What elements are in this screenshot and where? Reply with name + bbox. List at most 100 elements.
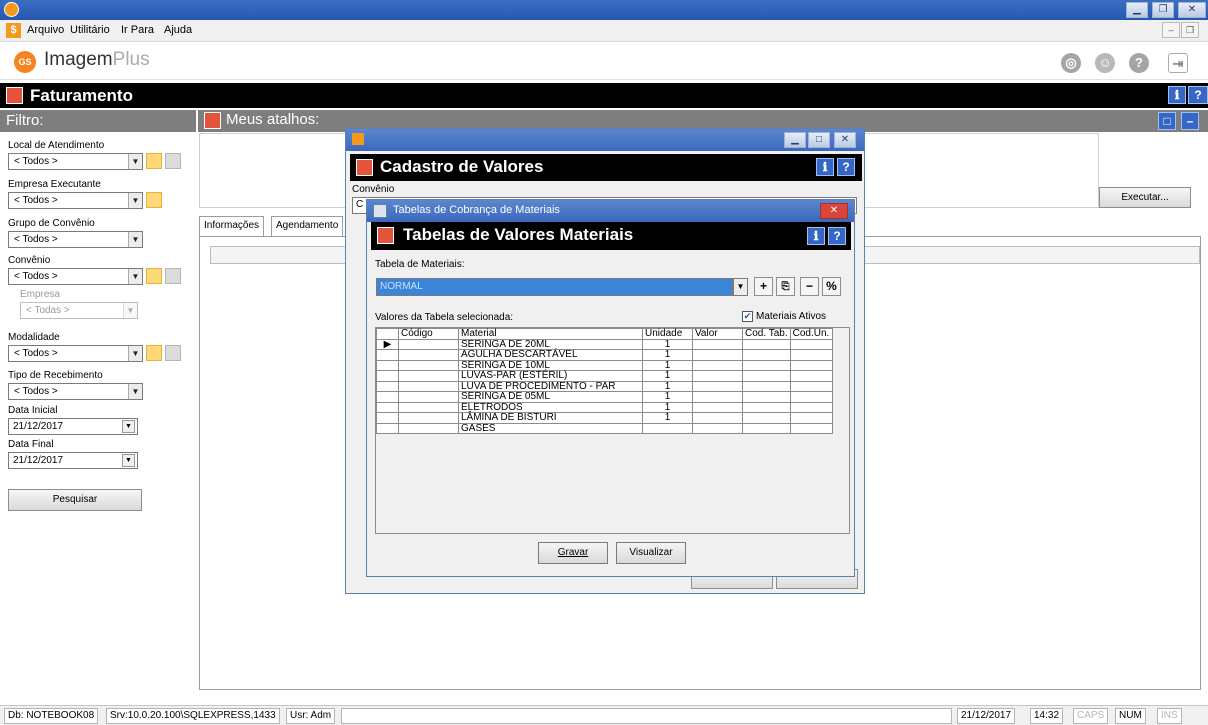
calendar-dropdown-icon[interactable]: ▼ xyxy=(122,420,135,433)
list-icon[interactable] xyxy=(165,153,181,169)
data-final-field[interactable]: 21/12/2017 ▼ xyxy=(8,452,138,469)
cell-unidade[interactable]: 1 xyxy=(642,412,693,424)
cell-unidade[interactable] xyxy=(642,422,693,434)
cell-unidade[interactable]: 1 xyxy=(642,391,693,403)
cell-valor[interactable] xyxy=(692,349,743,361)
cell-cod-un[interactable] xyxy=(789,359,833,371)
cell-valor[interactable] xyxy=(692,412,743,424)
column-header-valor[interactable]: Valor xyxy=(692,328,743,340)
cell-cod-tab[interactable] xyxy=(742,391,791,403)
favorite-icon[interactable] xyxy=(146,153,162,169)
cell-unidade[interactable]: 1 xyxy=(642,349,693,361)
cell-cod-un[interactable] xyxy=(789,401,833,413)
chevron-down-icon[interactable]: ▼ xyxy=(128,269,142,284)
cell-material[interactable]: LUVA DE PROCEDIMENTO - PAR xyxy=(458,380,643,392)
cell-material[interactable]: GASES xyxy=(458,422,643,434)
window-toggle-icon[interactable]: □ xyxy=(1158,112,1176,130)
table-row[interactable]: LÂMINA DE BISTURI 1 xyxy=(376,412,833,424)
list-icon[interactable] xyxy=(165,268,181,284)
cell-valor[interactable] xyxy=(692,359,743,371)
column-header-codigo[interactable]: Código xyxy=(398,328,459,340)
cell-valor[interactable] xyxy=(692,401,743,413)
cell-cod-un[interactable] xyxy=(789,338,833,350)
globe-icon[interactable]: ◎ xyxy=(1061,53,1081,73)
row-indicator[interactable] xyxy=(376,359,399,371)
cell-valor[interactable] xyxy=(692,380,743,392)
cell-codigo[interactable] xyxy=(398,338,459,350)
cell-material[interactable]: SERINGA DE 05ML xyxy=(458,391,643,403)
cell-cod-un[interactable] xyxy=(789,412,833,424)
cell-cod-tab[interactable] xyxy=(742,422,791,434)
cell-material[interactable]: SERINGA DE 20ML xyxy=(458,338,643,350)
row-indicator[interactable] xyxy=(376,401,399,413)
table-row[interactable]: ELETRODOS 1 xyxy=(376,401,833,413)
cell-valor[interactable] xyxy=(692,338,743,350)
cell-cod-un[interactable] xyxy=(789,391,833,403)
cell-cod-un[interactable] xyxy=(789,380,833,392)
cell-material[interactable]: ELETRODOS xyxy=(458,401,643,413)
cell-material[interactable]: SERINGA DE 10ML xyxy=(458,359,643,371)
cell-cod-tab[interactable] xyxy=(742,412,791,424)
info-icon[interactable]: ℹ xyxy=(807,227,825,245)
modalidade-select[interactable]: < Todos > ▼ xyxy=(8,345,143,362)
help-icon[interactable]: ? xyxy=(828,227,846,245)
cell-cod-tab[interactable] xyxy=(742,370,791,382)
mdi-minimize-button[interactable]: – xyxy=(1162,22,1180,38)
local-select[interactable]: < Todos > ▼ xyxy=(8,153,143,170)
cell-cod-tab[interactable] xyxy=(742,380,791,392)
row-indicator[interactable] xyxy=(376,349,399,361)
cell-unidade[interactable]: 1 xyxy=(642,401,693,413)
list-icon[interactable] xyxy=(165,345,181,361)
cell-material[interactable]: LÂMINA DE BISTURI xyxy=(458,412,643,424)
table-row[interactable]: SERINGA DE 10ML 1 xyxy=(376,359,833,371)
chevron-down-icon[interactable]: ▼ xyxy=(733,278,748,296)
table-row[interactable]: SERINGA DE 05ML 1 xyxy=(376,391,833,403)
cell-unidade[interactable]: 1 xyxy=(642,359,693,371)
cell-cod-tab[interactable] xyxy=(742,359,791,371)
row-indicator[interactable] xyxy=(376,380,399,392)
cell-cod-tab[interactable] xyxy=(742,338,791,350)
cell-cod-tab[interactable] xyxy=(742,401,791,413)
execute-button[interactable]: Executar... xyxy=(1099,187,1191,208)
cell-codigo[interactable] xyxy=(398,349,459,361)
mdi-restore-button[interactable]: ❐ xyxy=(1181,22,1199,38)
minimize-button[interactable]: ▁ xyxy=(784,132,806,148)
tab-agendamento[interactable]: Agendamento xyxy=(271,216,344,236)
menu-ir-para[interactable]: Ir Para xyxy=(121,24,154,36)
cell-cod-un[interactable] xyxy=(789,370,833,382)
favorite-icon[interactable] xyxy=(146,192,162,208)
cell-unidade[interactable]: 1 xyxy=(642,380,693,392)
grupo-select[interactable]: < Todos > ▼ xyxy=(8,231,143,248)
favorite-icon[interactable] xyxy=(146,268,162,284)
cell-cod-un[interactable] xyxy=(789,422,833,434)
chevron-down-icon[interactable]: ▼ xyxy=(128,384,142,399)
column-header-cod-un[interactable]: Cod.Un. xyxy=(789,328,833,340)
table-row[interactable]: LUVAS-PAR (ESTÉRIL) 1 xyxy=(376,370,833,382)
chevron-down-icon[interactable]: ▼ xyxy=(128,193,142,208)
table-row[interactable]: GASES xyxy=(376,422,833,434)
save-button[interactable]: Gravar xyxy=(538,542,608,564)
help-icon[interactable]: ? xyxy=(1129,53,1149,73)
menu-arquivo[interactable]: Arquivo xyxy=(27,24,64,36)
column-header-unidade[interactable]: Unidade xyxy=(642,328,693,340)
row-indicator[interactable] xyxy=(376,391,399,403)
info-icon[interactable]: ℹ xyxy=(1168,86,1186,104)
row-indicator[interactable] xyxy=(376,422,399,434)
checkbox-checked-icon[interactable]: ✔ xyxy=(742,311,753,322)
chevron-down-icon[interactable]: ▼ xyxy=(128,346,142,361)
view-button[interactable]: Visualizar xyxy=(616,542,686,564)
cell-unidade[interactable]: 1 xyxy=(642,338,693,350)
favorite-icon[interactable] xyxy=(146,345,162,361)
empresa-exec-select[interactable]: < Todos > ▼ xyxy=(8,192,143,209)
table-row[interactable]: AGULHA DESCARTÁVEL 1 xyxy=(376,349,833,361)
cell-codigo[interactable] xyxy=(398,412,459,424)
chevron-down-icon[interactable]: ▼ xyxy=(128,232,142,247)
calendar-dropdown-icon[interactable]: ▼ xyxy=(122,454,135,467)
table-row[interactable]: LUVA DE PROCEDIMENTO - PAR 1 xyxy=(376,380,833,392)
close-button[interactable]: ✕ xyxy=(820,203,848,219)
cell-valor[interactable] xyxy=(692,422,743,434)
current-row-indicator-icon[interactable]: ▶ xyxy=(376,338,399,350)
search-button[interactable]: Pesquisar xyxy=(8,489,142,511)
column-header-cod-tab[interactable]: Cod. Tab. xyxy=(742,328,791,340)
user-icon[interactable]: ☺ xyxy=(1095,53,1115,73)
